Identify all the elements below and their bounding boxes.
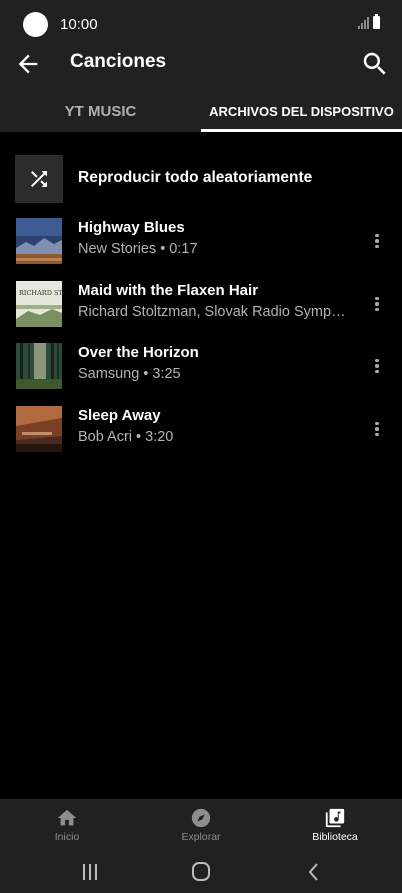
shuffle-icon (31, 171, 47, 187)
system-navigation-bar (0, 851, 402, 893)
app-bar: Canciones (0, 48, 402, 90)
home-circle-icon[interactable] (186, 859, 216, 885)
status-time: 10:00 (60, 16, 98, 33)
nav-item-explorar[interactable]: Explorar (134, 799, 268, 851)
recents-icon[interactable] (75, 859, 105, 885)
camera-cutout (23, 12, 48, 37)
song-subtitle: New Stories • 0:17 (78, 241, 198, 257)
song-subtitle: Richard Stoltzman, Slovak Radio Symphony… (78, 304, 353, 320)
back-button[interactable] (14, 50, 42, 78)
more-options-button[interactable] (368, 356, 386, 376)
tab-bar: YT MUSIC ARCHIVOS DEL DISPOSITIVO (0, 90, 402, 132)
shuffle-icon-box (15, 155, 63, 203)
arrow-left-icon (18, 54, 38, 74)
nav-label: Explorar (181, 831, 221, 843)
more-options-button[interactable] (368, 419, 386, 439)
song-title: Highway Blues (78, 219, 185, 236)
signal-icon (358, 17, 369, 29)
album-art (16, 406, 62, 452)
song-title: Maid with the Flaxen Hair (78, 282, 259, 299)
song-item[interactable]: Sleep Away Bob Acri • 3:20 (0, 405, 402, 455)
system-icons (358, 14, 380, 29)
battery-icon (373, 14, 380, 29)
nav-item-biblioteca[interactable]: Biblioteca (268, 799, 402, 851)
search-button[interactable] (360, 49, 390, 79)
song-item[interactable]: Highway Blues New Stories • 0:17 (0, 217, 402, 267)
nav-item-inicio[interactable]: Inicio (0, 799, 134, 851)
library-icon (325, 808, 345, 828)
shuffle-all-row[interactable]: Reproducir todo aleatoriamente (0, 155, 402, 203)
song-subtitle: Samsung • 3:25 (78, 366, 181, 382)
album-art-text: RICHARD STOLTZMAN (19, 289, 62, 297)
tab-device-files[interactable]: ARCHIVOS DEL DISPOSITIVO (201, 90, 402, 132)
song-title: Sleep Away (78, 407, 161, 424)
more-options-button[interactable] (368, 231, 386, 251)
more-options-button[interactable] (368, 294, 386, 314)
search-icon (363, 52, 386, 75)
page-title: Canciones (70, 51, 167, 72)
song-subtitle: Bob Acri • 3:20 (78, 429, 174, 445)
album-art: RICHARD STOLTZMAN (16, 281, 62, 327)
compass-icon (191, 808, 211, 828)
shuffle-all-label: Reproducir todo aleatoriamente (78, 169, 313, 186)
song-item[interactable]: Over the Horizon Samsung • 3:25 (0, 342, 402, 392)
home-icon (57, 809, 77, 826)
status-bar: 10:00 (0, 0, 402, 48)
album-art (16, 343, 62, 389)
song-item[interactable]: RICHARD STOLTZMAN Maid with the Flaxen H… (0, 280, 402, 330)
back-chevron-icon[interactable] (299, 859, 329, 885)
album-art (16, 218, 62, 264)
nav-label: Inicio (54, 831, 80, 843)
bottom-navigation: Inicio Explorar Biblioteca (0, 799, 402, 851)
nav-label: Biblioteca (312, 831, 358, 843)
song-title: Over the Horizon (78, 344, 199, 361)
tab-yt-music[interactable]: YT MUSIC (0, 90, 201, 132)
